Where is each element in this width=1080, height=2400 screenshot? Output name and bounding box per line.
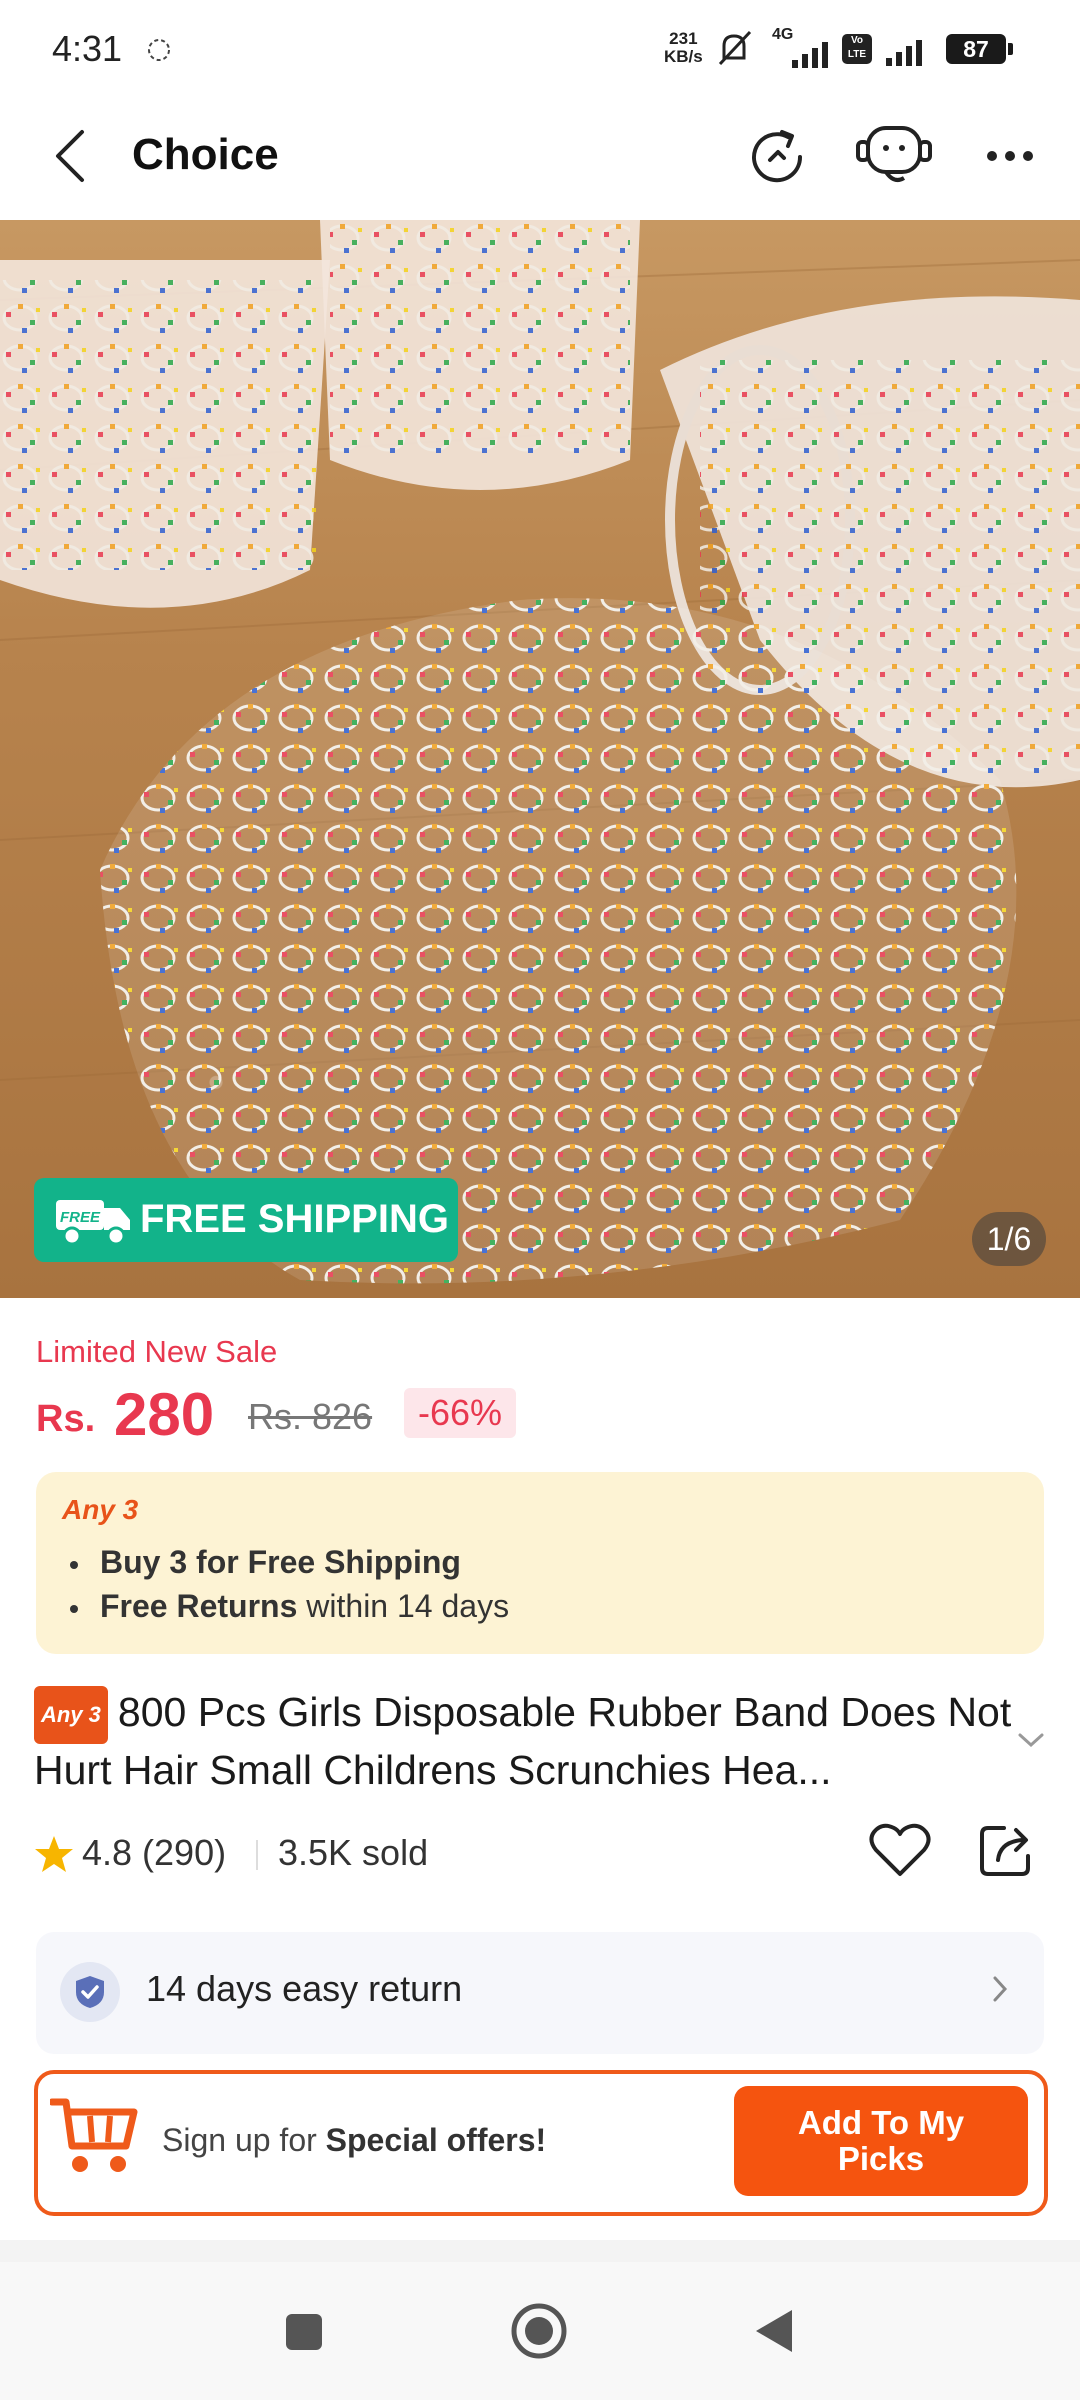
return-policy-text: 14 days easy return (146, 1968, 463, 2009)
truck-icon: FREE (56, 1200, 130, 1246)
divider (0, 2240, 1080, 2262)
page-title: Choice (132, 130, 279, 179)
shopping-cart-icon (50, 2098, 138, 2172)
star-icon (35, 1836, 73, 1872)
sold-count: 3.5K sold (278, 1832, 429, 1873)
volte-icon: Vo LTE (842, 34, 872, 64)
discount-badge: -66% (404, 1388, 516, 1438)
original-price: Rs. 826 (248, 1396, 373, 1437)
rating-value[interactable]: 4.8 (290) (82, 1832, 226, 1874)
customer-service-icon[interactable] (856, 122, 932, 188)
promo-line-shipping: Buy 3 for Free Shipping (70, 1544, 461, 1581)
back-arrow-icon[interactable] (52, 128, 88, 184)
status-time: 4:31 (52, 28, 123, 69)
mute-icon (718, 30, 752, 66)
bullet (70, 1560, 78, 1569)
free-shipping-badge: FREE FREE SHIPPING (34, 1178, 458, 1262)
shield-check-icon (76, 1976, 104, 2008)
home-icon[interactable] (510, 2302, 568, 2360)
signal-icon (792, 42, 828, 68)
product-photo (0, 220, 1080, 1284)
heart-icon[interactable] (868, 1820, 932, 1880)
product-image[interactable] (0, 220, 1080, 1298)
more-icon[interactable] (986, 150, 1034, 162)
chevron-right-icon (993, 1976, 1008, 2002)
net-speed: 231 KB/s (664, 29, 703, 66)
share-icon[interactable] (978, 1820, 1036, 1878)
current-price: 280 (114, 1381, 215, 1448)
product-title[interactable]: Any 3 800 Pcs Girls Disposable Rubber Ban… (34, 1686, 1014, 1796)
title-tag: Any 3 (34, 1686, 108, 1744)
shield-icon-wrap (60, 1962, 120, 2022)
promo-tag: Any 3 (62, 1494, 139, 1525)
promo-line-returns: Free Returns within 14 days (70, 1588, 509, 1625)
product-title-text: 800 Pcs Girls Disposable Rubber Band Doe… (34, 1689, 1012, 1793)
add-to-picks-button[interactable]: Add To My Picks (734, 2086, 1028, 2196)
recent-apps-icon[interactable] (284, 2312, 324, 2352)
truck-icon-label: FREE (60, 1209, 101, 1226)
bullet (70, 1604, 78, 1613)
battery-indicator: 87 (946, 34, 1013, 64)
image-counter: 1/6 (972, 1212, 1046, 1266)
free-shipping-text: FREE SHIPPING (140, 1197, 449, 1241)
chevron-down-icon[interactable] (1016, 1730, 1046, 1750)
history-icon[interactable] (748, 128, 806, 186)
signal-icon-2 (886, 40, 922, 66)
notification-icon (148, 39, 170, 61)
signup-text: Sign up for Special offers! (162, 2122, 547, 2158)
back-nav-icon[interactable] (752, 2306, 796, 2356)
price-currency: Rs. (36, 1398, 96, 1440)
sale-label: Limited New Sale (36, 1334, 278, 1369)
divider (256, 1840, 258, 1870)
